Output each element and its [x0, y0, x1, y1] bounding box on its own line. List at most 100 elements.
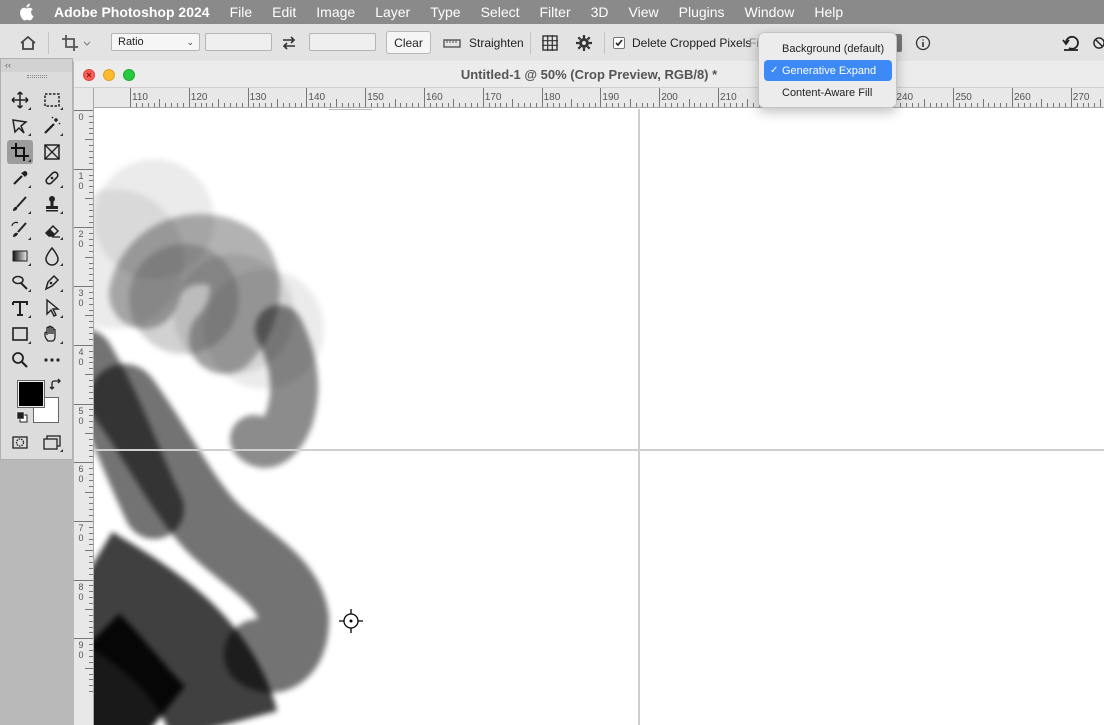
screen-mode-icon[interactable] [39, 430, 65, 454]
foreground-color-swatch[interactable] [17, 380, 45, 408]
ruler-minor-tick [85, 667, 93, 669]
horizontal-ruler[interactable]: 1101201301401501601701801902002102202302… [94, 88, 1104, 108]
menu-3d[interactable]: 3D [591, 4, 609, 20]
lasso-tool[interactable] [7, 114, 33, 138]
ruler-minor-tick [89, 368, 93, 370]
ruler-minor-tick [359, 103, 361, 107]
cancel-crop-icon[interactable] [1092, 32, 1104, 54]
ruler-minor-tick [406, 103, 408, 107]
crop-height-input[interactable] [309, 33, 376, 51]
ruler-label: 140 [308, 92, 326, 103]
ruler-minor-tick [89, 356, 93, 358]
ruler-minor-tick [89, 162, 93, 164]
ruler-minor-tick [89, 685, 93, 687]
menu-window[interactable]: Window [745, 4, 795, 20]
delete-cropped-pixels-checkbox[interactable] [613, 37, 625, 49]
hand-tool[interactable] [39, 322, 65, 346]
brush-tool[interactable] [7, 192, 33, 216]
menu-layer[interactable]: Layer [375, 4, 410, 20]
ruler-minor-tick [89, 485, 93, 487]
clone-stamp-tool[interactable] [39, 192, 65, 216]
straighten-label[interactable]: Straighten [469, 36, 524, 50]
apple-icon[interactable] [18, 2, 40, 22]
toolbox-grip[interactable] [1, 72, 72, 80]
marquee-tool[interactable] [39, 88, 65, 112]
crop-width-input[interactable] [205, 33, 272, 51]
document-title-bar[interactable]: Untitled-1 @ 50% (Crop Preview, RGB/8) * [74, 61, 1104, 88]
toolbox-collapse-button[interactable]: ‹‹ [1, 59, 72, 72]
ruler-minor-tick [935, 103, 937, 107]
type-tool[interactable] [7, 296, 33, 320]
ruler-major-tick [718, 88, 719, 107]
eraser-tool[interactable] [39, 218, 65, 242]
swap-colors-icon[interactable] [49, 378, 63, 392]
delete-cropped-pixels-label[interactable]: Delete Cropped Pixels [632, 36, 751, 50]
ruler-minor-tick [89, 544, 93, 546]
gradient-tool[interactable] [7, 244, 33, 268]
fill-option-generative-expand[interactable]: ✓ Generative Expand [764, 60, 892, 81]
ruler-minor-tick [347, 103, 349, 107]
menu-help[interactable]: Help [814, 4, 843, 20]
ruler-minor-tick [629, 99, 631, 107]
ruler-minor-tick [89, 614, 93, 616]
overlay-grid-icon[interactable] [538, 32, 562, 54]
eyedropper-tool[interactable] [7, 166, 33, 190]
menu-image[interactable]: Image [316, 4, 355, 20]
app-name-menu[interactable]: Adobe Photoshop 2024 [54, 4, 210, 20]
ruler-minor-tick [89, 679, 93, 681]
swap-dimensions-icon[interactable] [279, 32, 299, 54]
gear-icon[interactable] [572, 32, 596, 54]
menu-view[interactable]: View [629, 4, 659, 20]
quick-mask-icon[interactable] [7, 430, 33, 454]
frame-tool[interactable] [39, 140, 65, 164]
crop-tool[interactable] [7, 140, 33, 164]
canvas-area[interactable] [74, 108, 1104, 725]
info-icon[interactable] [912, 32, 934, 54]
ruler-minor-tick [182, 103, 184, 107]
fill-option-background[interactable]: Background (default) [764, 38, 892, 59]
pen-tool[interactable] [39, 270, 65, 294]
ruler-minor-tick [1023, 103, 1025, 107]
crop-cursor-icon [339, 609, 363, 633]
fill-option-content-aware[interactable]: Content-Aware Fill [764, 82, 892, 103]
ruler-major-tick [659, 88, 661, 107]
ruler-minor-tick [547, 103, 549, 107]
rectangle-tool[interactable] [7, 322, 33, 346]
menu-file[interactable]: File [230, 4, 253, 20]
ruler-minor-tick [89, 532, 93, 534]
blur-tool[interactable] [39, 244, 65, 268]
path-selection-tool[interactable] [39, 296, 65, 320]
ruler-minor-tick [89, 145, 93, 147]
ruler-minor-tick [89, 438, 93, 440]
crop-tool-preset-picker[interactable] [56, 32, 96, 54]
move-tool[interactable] [7, 88, 33, 112]
ruler-minor-tick [89, 556, 93, 558]
home-icon[interactable] [16, 32, 40, 54]
ruler-minor-tick [89, 591, 93, 593]
ruler-minor-tick [89, 215, 93, 217]
more-tools-icon[interactable] [39, 348, 65, 372]
zoom-tool[interactable] [7, 348, 33, 372]
ruler-minor-tick [929, 103, 931, 107]
clear-button[interactable]: Clear [386, 31, 431, 54]
ruler-minor-tick [682, 103, 684, 107]
ruler-minor-tick [282, 103, 284, 107]
healing-brush-tool[interactable] [39, 166, 65, 190]
straighten-icon[interactable] [440, 33, 464, 53]
menu-edit[interactable]: Edit [272, 4, 296, 20]
vertical-ruler[interactable]: 0 1 0 2 0 3 0 4 0 5 0 6 0 7 0 8 0 9 0 [74, 88, 94, 725]
ruler-minor-tick [218, 99, 220, 107]
ruler-minor-tick [89, 262, 93, 264]
menu-plugins[interactable]: Plugins [679, 4, 725, 20]
reset-undo-icon[interactable] [1060, 32, 1082, 54]
default-colors-icon[interactable] [15, 410, 29, 424]
menu-filter[interactable]: Filter [540, 4, 571, 20]
ratio-select[interactable]: Ratio ⌄ [111, 33, 200, 51]
dodge-tool[interactable] [7, 270, 33, 294]
ruler-minor-tick [89, 209, 93, 211]
history-brush-tool[interactable] [7, 218, 33, 242]
menu-type[interactable]: Type [430, 4, 460, 20]
ruler-minor-tick [89, 280, 93, 282]
menu-select[interactable]: Select [481, 4, 520, 20]
magic-wand-tool[interactable] [39, 114, 65, 138]
